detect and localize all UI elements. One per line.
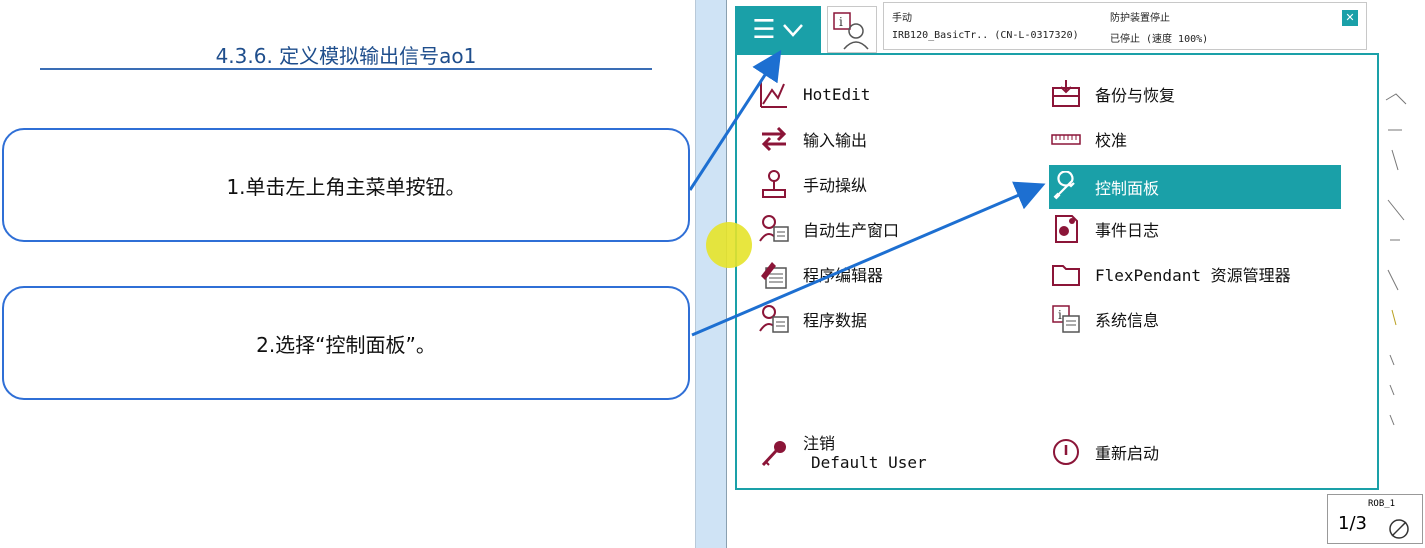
menu-label: FlexPendant 资源管理器	[1095, 266, 1291, 285]
menu-label: 输入输出	[803, 131, 868, 150]
robot-label: ROB_1	[1368, 499, 1396, 509]
slide-panel: 4.3.6. 定义模拟输出信号ao1 1.单击左上角主菜单按钮。 2.选择“控制…	[0, 0, 695, 548]
user-name: Default User	[811, 453, 927, 472]
menu-label: 程序编辑器	[803, 266, 884, 285]
menu-item-event-log[interactable]: 事件日志	[1049, 210, 1341, 248]
speed-text: 已停止 (速度 100%)	[1110, 34, 1209, 45]
menu-label: 程序数据	[803, 311, 868, 330]
menu-item-production-window[interactable]: 自动生产窗口	[757, 210, 899, 248]
hamburger-icon: ☰	[752, 14, 776, 45]
menu-item-restart[interactable]: 重新启动	[1049, 433, 1159, 471]
close-icon[interactable]: ✕	[1342, 10, 1358, 26]
step-1-box: 1.单击左上角主菜单按钮。	[2, 128, 690, 242]
menu-label: 系统信息	[1095, 311, 1160, 330]
divider-strip	[695, 0, 726, 548]
backup-icon	[1049, 77, 1083, 111]
menu-item-hotedit[interactable]: HotEdit	[757, 75, 870, 113]
menu-item-control-panel[interactable]: 控制面板	[1049, 165, 1341, 209]
system-info-icon: i	[1049, 302, 1083, 336]
svg-text:i: i	[1058, 308, 1062, 322]
event-log-icon	[1049, 212, 1083, 246]
step-1-text: 1.单击左上角主菜单按钮。	[226, 174, 466, 199]
title-underline	[40, 68, 652, 70]
menu-label: 自动生产窗口	[803, 221, 900, 240]
calibration-icon	[1049, 122, 1083, 156]
menu-item-program-data[interactable]: 程序数据	[757, 300, 867, 338]
production-window-icon	[757, 212, 791, 246]
program-editor-icon	[757, 257, 791, 291]
main-menu-button[interactable]: ☰	[735, 6, 821, 53]
step-2-box: 2.选择“控制面板”。	[2, 286, 690, 400]
menu-item-program-editor[interactable]: 程序编辑器	[757, 255, 883, 293]
menu-item-jogging[interactable]: 手动操纵	[757, 165, 867, 203]
main-menu-panel: HotEdit 输入输出 手动操纵 自动生产窗口 程序编辑器 程序数据 备份与恢…	[735, 53, 1379, 490]
step-2-text: 2.选择“控制面板”。	[256, 332, 436, 357]
hotedit-icon	[757, 77, 791, 111]
menu-item-io[interactable]: 输入输出	[757, 120, 867, 158]
menu-label: 控制面板	[1095, 179, 1160, 198]
menu-item-logout[interactable]: 注销 Default User	[757, 431, 927, 475]
menu-item-flexpendant-explorer[interactable]: FlexPendant 资源管理器	[1049, 255, 1341, 293]
menu-label: 手动操纵	[803, 176, 868, 195]
menu-label: 校准	[1095, 131, 1128, 150]
menu-label: 备份与恢复	[1095, 86, 1176, 105]
chevron-down-icon	[782, 23, 803, 37]
wrench-icon	[1049, 170, 1083, 204]
program-data-icon	[757, 302, 791, 336]
background-window-edge	[1385, 93, 1407, 426]
operator-window-icon[interactable]: i	[827, 6, 877, 53]
menu-item-backup-restore[interactable]: 备份与恢复	[1049, 75, 1341, 113]
svg-text:i: i	[839, 15, 843, 29]
io-icon	[757, 122, 791, 156]
controller-text: IRB120_BasicTr.. (CN-L-0317320)	[892, 30, 1079, 41]
status-bar: 手动 IRB120_BasicTr.. (CN-L-0317320) 防护装置停…	[883, 2, 1367, 50]
quickset-button[interactable]: ROB_1 1/3	[1327, 494, 1423, 544]
logout-text: 注销 Default User	[803, 434, 927, 472]
menu-item-system-info[interactable]: i 系统信息	[1049, 300, 1341, 338]
mouse-highlight	[706, 222, 752, 268]
logout-label: 注销	[803, 434, 836, 453]
flexpendant-window: ☰ i 手动 IRB120_BasicTr.. (CN-L-0317320) 防…	[726, 0, 1425, 548]
power-icon	[1049, 435, 1083, 469]
mode-text: 手动	[892, 13, 912, 24]
joystick-icon	[757, 167, 791, 201]
speed-fraction: 1/3	[1338, 513, 1367, 534]
menu-label: 重新启动	[1095, 444, 1160, 463]
menu-label: 事件日志	[1095, 221, 1160, 240]
menu-label: HotEdit	[803, 84, 871, 104]
robot-status-icon	[1389, 519, 1409, 539]
safety-text: 防护装置停止	[1110, 13, 1170, 24]
folder-icon	[1049, 257, 1083, 291]
key-icon	[757, 436, 791, 470]
menu-item-calibration[interactable]: 校准	[1049, 120, 1341, 158]
slide-title: 4.3.6. 定义模拟输出信号ao1	[215, 44, 477, 68]
